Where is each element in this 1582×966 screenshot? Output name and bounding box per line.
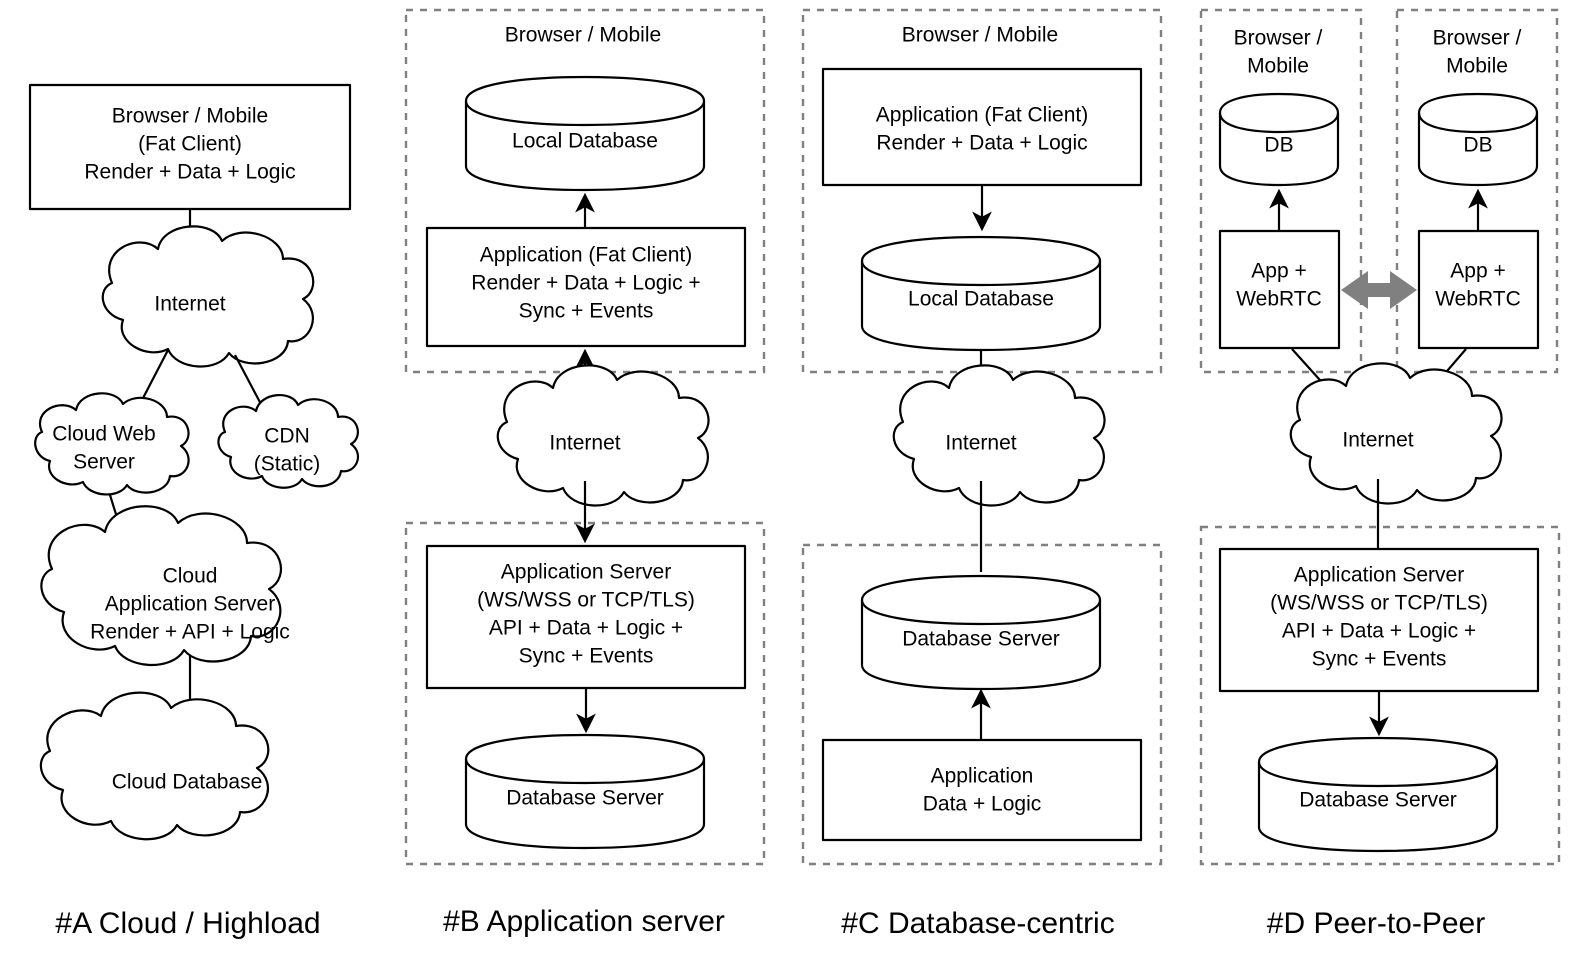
d-peer2-group-line-2: Mobile: [1446, 55, 1508, 78]
c-application-fat-client-box[interactable]: Application (Fat Client) Render + Data +…: [821, 67, 1143, 187]
b-app-line-2: Render + Data + Logic +: [471, 272, 700, 295]
a-cloud-application-server[interactable]: Cloud Application Server Render + API + …: [40, 505, 290, 666]
a-cdn-line-1: CDN: [264, 425, 310, 448]
c-local-database[interactable]: Local Database: [860, 235, 1102, 352]
c-internet-cloud[interactable]: Internet: [892, 364, 1106, 507]
caption-column-b: #B Application server: [443, 905, 725, 938]
c-dbserver-label: Database Server: [902, 628, 1060, 651]
a-cws-line-2: Server: [73, 451, 135, 474]
caption-column-d: #D Peer-to-Peer: [1267, 907, 1485, 940]
a-cdn[interactable]: CDN (Static): [217, 393, 360, 489]
b-srv-line-3: API + Data + Logic +: [489, 617, 683, 640]
b-app-line-1: Application (Fat Client): [480, 244, 692, 267]
c-internet-label: Internet: [945, 432, 1016, 455]
a-internet-label: Internet: [154, 293, 225, 316]
column-b-application-server: Browser / Mobile Local Database Applicat…: [404, 8, 766, 938]
d-peer1-group-line-2: Mobile: [1247, 55, 1309, 78]
b-localdb-label: Local Database: [512, 130, 658, 153]
b-application-fat-client-box[interactable]: Application (Fat Client) Render + Data +…: [425, 226, 747, 348]
a-client-box[interactable]: Browser / Mobile (Fat Client) Render + D…: [28, 83, 352, 211]
a-clouddb-label: Cloud Database: [112, 771, 263, 794]
d-srv-line-1: Application Server: [1294, 564, 1464, 587]
d-peer2-app-line-1: App +: [1450, 260, 1505, 283]
a-internet-cloud[interactable]: Internet: [101, 225, 315, 368]
a-cas-line-3: Render + API + Logic: [90, 621, 290, 644]
a-cws-line-1: Cloud Web: [52, 423, 156, 446]
d-peer2-app-line-2: WebRTC: [1435, 288, 1521, 311]
d-internet-cloud[interactable]: Internet: [1289, 362, 1503, 505]
b-srv-line-1: Application Server: [501, 561, 671, 584]
diagram-canvas: Browser / Mobile (Fat Client) Render + D…: [28, 8, 1561, 940]
d-database-server[interactable]: Database Server: [1257, 736, 1499, 853]
d-peer1-app-box[interactable]: App + WebRTC: [1218, 229, 1341, 350]
d-peer2-group-line-1: Browser /: [1433, 27, 1522, 50]
d-srv-line-2: (WS/WSS or TCP/TLS): [1270, 592, 1488, 615]
c-application-box[interactable]: Application Data + Logic: [821, 738, 1143, 842]
b-srv-line-2: (WS/WSS or TCP/TLS): [477, 589, 695, 612]
b-app-line-3: Sync + Events: [519, 300, 654, 323]
d-peer1-db-label: DB: [1264, 134, 1293, 157]
d-peer1-group-line-1: Browser /: [1234, 27, 1323, 50]
column-d-peer-to-peer: Browser / Mobile Browser / Mobile DB DB …: [1199, 8, 1561, 940]
d-peer1-app-line-1: App +: [1251, 260, 1306, 283]
b-application-server-box[interactable]: Application Server (WS/WSS or TCP/TLS) A…: [425, 544, 747, 690]
b-srv-line-4: Sync + Events: [519, 645, 654, 668]
a-client-line-3: Render + Data + Logic: [84, 161, 295, 184]
caption-column-a: #A Cloud / Highload: [55, 907, 320, 940]
d-dbserver-label: Database Server: [1299, 789, 1457, 812]
c-appsrv-line-2: Data + Logic: [923, 793, 1042, 816]
c-app-line-1: Application (Fat Client): [876, 104, 1088, 127]
d-srv-line-4: Sync + Events: [1312, 648, 1447, 671]
b-internet-cloud[interactable]: Internet: [496, 364, 710, 507]
caption-column-c: #C Database-centric: [841, 907, 1114, 940]
d-peer2-db-label: DB: [1463, 134, 1492, 157]
b-internet-label: Internet: [549, 432, 620, 455]
a-cas-line-1: Cloud: [163, 565, 218, 588]
b-dbserver-label: Database Server: [506, 787, 664, 810]
a-cas-line-2: Application Server: [105, 593, 275, 616]
d-srv-line-3: API + Data + Logic +: [1282, 620, 1476, 643]
d-internet-label: Internet: [1342, 429, 1413, 452]
d-peer-to-peer-webrtc-arrow: [1341, 271, 1417, 309]
c-localdb-label: Local Database: [908, 288, 1054, 311]
a-client-line-2: (Fat Client): [138, 133, 242, 156]
b-database-server[interactable]: Database Server: [464, 733, 706, 850]
d-peer2-database[interactable]: DB: [1417, 92, 1539, 187]
a-cloud-database[interactable]: Cloud Database: [39, 691, 270, 841]
c-client-group-label: Browser / Mobile: [902, 24, 1058, 47]
a-cloud-web-server[interactable]: Cloud Web Server: [34, 392, 190, 496]
a-client-line-1: Browser / Mobile: [112, 105, 268, 128]
c-database-server[interactable]: Database Server: [860, 574, 1102, 691]
a-cdn-line-2: (Static): [254, 453, 321, 476]
b-client-group-label: Browser / Mobile: [505, 24, 661, 47]
column-c-database-centric: Browser / Mobile Application (Fat Client…: [801, 8, 1163, 940]
c-appsrv-line-1: Application: [931, 765, 1034, 788]
architecture-diagram: Browser / Mobile (Fat Client) Render + D…: [0, 0, 1582, 966]
d-peer2-app-box[interactable]: App + WebRTC: [1417, 229, 1540, 350]
d-peer1-app-line-2: WebRTC: [1236, 288, 1322, 311]
column-a-cloud-highload: Browser / Mobile (Fat Client) Render + D…: [28, 83, 360, 940]
c-app-line-2: Render + Data + Logic: [876, 132, 1087, 155]
b-local-database[interactable]: Local Database: [464, 75, 706, 192]
d-peer1-database[interactable]: DB: [1218, 92, 1340, 187]
d-application-server-box[interactable]: Application Server (WS/WSS or TCP/TLS) A…: [1218, 547, 1540, 693]
